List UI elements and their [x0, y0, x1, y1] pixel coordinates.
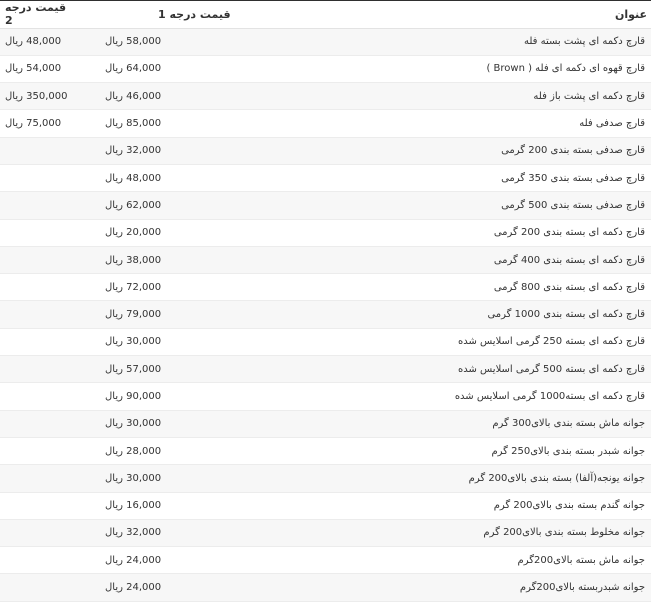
cell-title: جوانه ماش بسته بالای200گرم: [241, 546, 651, 575]
table-row: قارچ صدفی فله 85,000 ریال 75,000 ریال: [0, 109, 651, 138]
table-row: قارچ دکمه ای بسته بندی 1000 گرمی 79,000 ر…: [0, 300, 651, 329]
cell-price2: [0, 273, 81, 302]
cell-price2: [0, 300, 81, 329]
cell-title: قارچ دکمه ای بسته 500 گرمی اسلایس شده: [241, 355, 651, 384]
header-row: عنوان قیمت درجه 1 قیمت درجه 2: [0, 1, 651, 29]
table-row: جوانه گندم بسته بندی بالای200 گرم 16,000 …: [0, 492, 651, 520]
table-row: قارچ دکمه ای پشت بسته فله 58,000 ریال 48,0…: [0, 28, 651, 56]
cell-price2: [0, 246, 81, 275]
cell-price2: [0, 464, 81, 493]
cell-title: قارچ صدفی بسته بندی 200 گرمی: [241, 137, 651, 165]
cell-title: قارچ صدفی بسته بندی 350 گرمی: [241, 164, 651, 193]
table-row: قارچ قهوه ای دکمه ای فله ( Brown ) 64,000…: [0, 55, 651, 84]
table-row: جوانه ماش بسته بندی بالای300 گرم 30,000 ر…: [0, 410, 651, 438]
table-row: قارچ دکمه ای بسته بندی 400 گرمی 38,000 ری…: [0, 246, 651, 275]
cell-title: قارچ دکمه ای بسته بندی 400 گرمی: [241, 246, 651, 275]
cell-price1: 30,000 ریال: [81, 410, 241, 438]
column-header-price1[interactable]: قیمت درجه 1: [81, 1, 241, 29]
cell-price1: 32,000 ریال: [81, 519, 241, 548]
table-row: قارچ دکمه ای بسته 250 گرمی اسلایس شده 30,…: [0, 328, 651, 357]
table-row: قارچ دکمه ای بسته 500 گرمی اسلایس شده 57,…: [0, 355, 651, 384]
cell-title: قارچ صدفی بسته بندی 500 گرمی: [241, 191, 651, 220]
cell-price2: 350,000 ریال: [0, 82, 81, 111]
cell-price1: 24,000 ریال: [81, 573, 241, 602]
cell-price1: 24,000 ریال: [81, 546, 241, 575]
cell-title: جوانه شبدر بسته بندی بالای250 گرم: [241, 437, 651, 466]
cell-price2: 54,000 ریال: [0, 55, 81, 84]
cell-title: جوانه مخلوط بسته بندی بالای200 گرم: [241, 519, 651, 548]
table-row: قارچ دکمه ای بسته بندی 800 گرمی 72,000 ری…: [0, 273, 651, 302]
cell-price2: 48,000 ریال: [0, 28, 81, 56]
cell-price2: [0, 164, 81, 193]
cell-price1: 38,000 ریال: [81, 246, 241, 275]
cell-price1: 28,000 ریال: [81, 437, 241, 466]
table-row: جوانه یونجه(آلفا) بسته بندی بالای200 گرم…: [0, 464, 651, 493]
table-row: قارچ دکمه ای پشت باز فله 46,000 ریال 350,0…: [0, 82, 651, 111]
cell-price1: 58,000 ریال: [81, 28, 241, 56]
cell-price1: 57,000 ریال: [81, 355, 241, 384]
cell-price1: 16,000 ریال: [81, 492, 241, 520]
table-row: جوانه مخلوط بسته بندی بالای200 گرم 32,000…: [0, 519, 651, 548]
table-row: جوانه شبدربسته بالای200گرم 24,000 ریال: [0, 573, 651, 602]
cell-title: قارچ قهوه ای دکمه ای فله ( Brown ): [241, 55, 651, 84]
price-table-container: عنوان قیمت درجه 1 قیمت درجه 2 قارچ دکمه …: [0, 0, 651, 612]
cell-title: قارچ دکمه ای بسته 250 گرمی اسلایس شده: [241, 328, 651, 357]
cell-price2: [0, 219, 81, 247]
cell-price1: 48,000 ریال: [81, 164, 241, 193]
cell-title: جوانه شبدربسته بالای200گرم: [241, 573, 651, 602]
cell-price1: 20,000 ریال: [81, 219, 241, 247]
cell-price2: [0, 546, 81, 575]
cell-title: قارچ دکمه ای پشت باز فله: [241, 82, 651, 111]
cell-price2: [0, 492, 81, 520]
column-header-title[interactable]: عنوان: [241, 1, 651, 29]
cell-title: قارچ دکمه ای پشت بسته فله: [241, 28, 651, 56]
table-row: قارچ صدفی بسته بندی 500 گرمی 62,000 ریال: [0, 191, 651, 220]
table-body: قارچ دکمه ای پشت بسته فله 58,000 ریال 48,0…: [0, 28, 651, 602]
table-row: قارچ صدفی بسته بندی 200 گرمی 32,000 ریال: [0, 137, 651, 165]
cell-price1: 30,000 ریال: [81, 328, 241, 357]
cell-price1: 30,000 ریال: [81, 464, 241, 493]
cell-price1: 46,000 ریال: [81, 82, 241, 111]
cell-price1: 85,000 ریال: [81, 109, 241, 138]
cell-price2: [0, 328, 81, 357]
cell-price2: [0, 137, 81, 165]
table-row: قارچ صدفی بسته بندی 350 گرمی 48,000 ریال: [0, 164, 651, 193]
cell-price2: [0, 355, 81, 384]
cell-title: جوانه ماش بسته بندی بالای300 گرم: [241, 410, 651, 438]
cell-title: جوانه گندم بسته بندی بالای200 گرم: [241, 492, 651, 520]
cell-price1: 90,000 ریال: [81, 382, 241, 411]
cell-price2: [0, 519, 81, 548]
cell-title: قارچ صدفی فله: [241, 109, 651, 138]
cell-title: جوانه یونجه(آلفا) بسته بندی بالای200 گرم: [241, 464, 651, 493]
cell-price2: [0, 573, 81, 602]
table-header: عنوان قیمت درجه 1 قیمت درجه 2: [0, 1, 651, 29]
cell-title: قارچ دکمه ای بسته بندی 1000 گرمی: [241, 300, 651, 329]
cell-price1: 72,000 ریال: [81, 273, 241, 302]
table-row: جوانه شبدر بسته بندی بالای250 گرم 28,000 …: [0, 437, 651, 466]
column-header-price2[interactable]: قیمت درجه 2: [0, 1, 81, 29]
price-table: عنوان قیمت درجه 1 قیمت درجه 2 قارچ دکمه …: [0, 1, 651, 602]
cell-price2: [0, 191, 81, 220]
cell-title: قارچ دکمه ای بسته بندی 200 گرمی: [241, 219, 651, 247]
cell-title: قارچ دکمه ای بسته1000 گرمی اسلایس شده: [241, 382, 651, 411]
cell-price2: [0, 382, 81, 411]
cell-price1: 32,000 ریال: [81, 137, 241, 165]
cell-price1: 62,000 ریال: [81, 191, 241, 220]
cell-price2: [0, 410, 81, 438]
table-row: جوانه ماش بسته بالای200گرم 24,000 ریال: [0, 546, 651, 575]
cell-price1: 79,000 ریال: [81, 300, 241, 329]
cell-title: قارچ دکمه ای بسته بندی 800 گرمی: [241, 273, 651, 302]
table-row: قارچ دکمه ای بسته بندی 200 گرمی 20,000 ری…: [0, 219, 651, 247]
cell-price2: 75,000 ریال: [0, 109, 81, 138]
cell-price1: 64,000 ریال: [81, 55, 241, 84]
table-row: قارچ دکمه ای بسته1000 گرمی اسلایس شده 90,…: [0, 382, 651, 411]
cell-price2: [0, 437, 81, 466]
